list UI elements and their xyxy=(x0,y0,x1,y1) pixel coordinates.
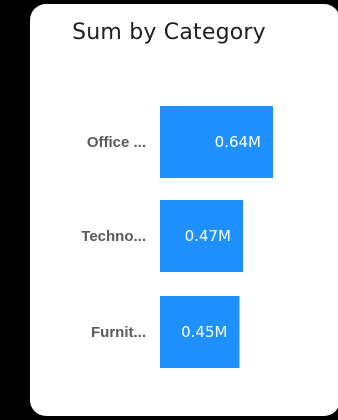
value-label-0: 0.64M xyxy=(215,133,261,151)
chart-card: Sum by Category Office ... 0.64M Techno...… xyxy=(30,4,338,416)
category-label-2: Furnit... xyxy=(91,324,146,341)
value-label-1: 0.47M xyxy=(185,227,231,245)
bar-chart: Office ... 0.64M Techno... 0.47M Furnit... 0.… xyxy=(81,106,273,368)
value-label-2: 0.45M xyxy=(181,323,227,341)
category-label-0: Office ... xyxy=(87,134,146,151)
category-label-1: Techno... xyxy=(81,228,146,245)
